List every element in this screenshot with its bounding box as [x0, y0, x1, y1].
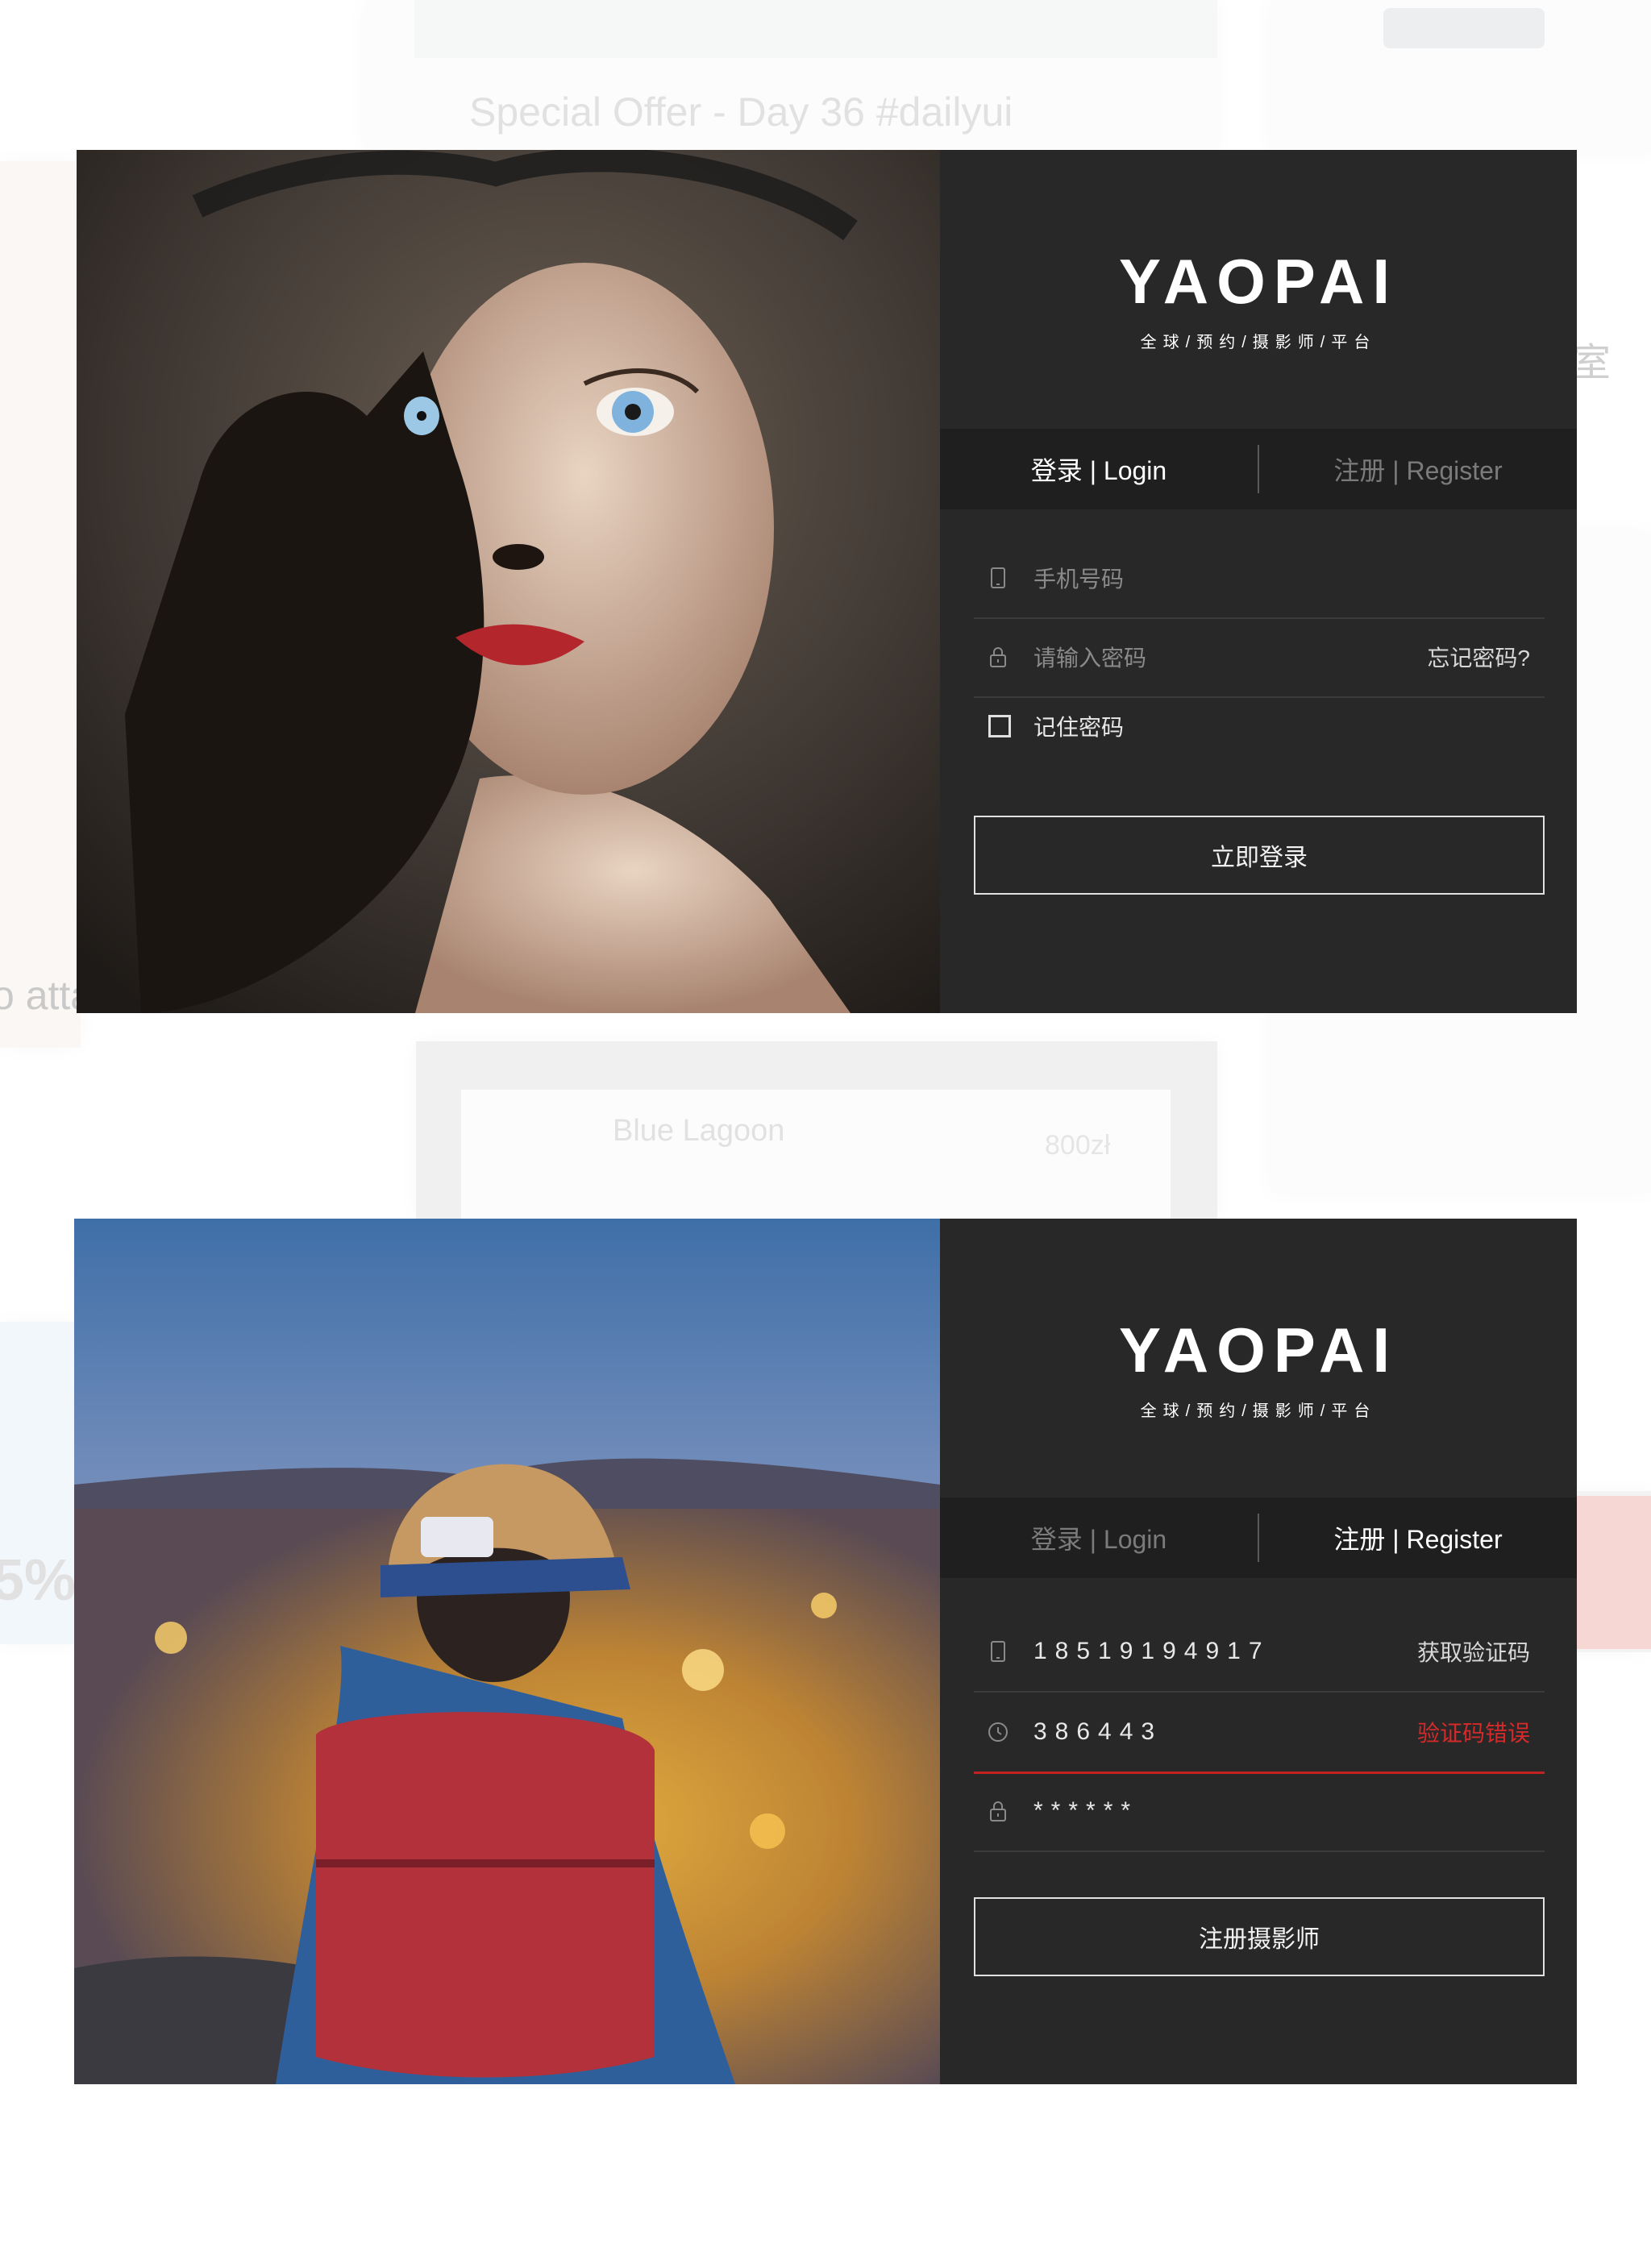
lagoon-price: 800zł [1045, 1130, 1111, 1161]
background-shot-special-offer: Special Offer - Day 36 #dailyui [364, 0, 1217, 153]
brand-block: YAOPAI 全球/预约/摄影师/平台 [940, 250, 1577, 352]
password-placeholder: 请输入密码 [1033, 646, 1147, 671]
login-button[interactable]: 立即登录 [974, 816, 1545, 895]
register-photographer-button[interactable]: 注册摄影师 [974, 1897, 1545, 1976]
lagoon-title: Blue Lagoon [613, 1114, 785, 1148]
code-error-message: 验证码错误 [1416, 1721, 1530, 1746]
phone-placeholder: 手机号码 [1033, 567, 1125, 592]
backpacker-photo-graphic [74, 1219, 940, 2084]
background-chinese-fragment: 室 [1572, 342, 1611, 384]
background-percent: 5% [0, 1548, 77, 1613]
background-shot-left-lower: 5% [0, 1322, 81, 1644]
brand-logo: YAOPAI [1118, 1315, 1399, 1385]
phone-field[interactable]: 手机号码 [974, 538, 1545, 619]
tab-login[interactable]: 登录 | Login [940, 1519, 1258, 1556]
brand-block: YAOPAI 全球/预约/摄影师/平台 [940, 1319, 1577, 1421]
background-accent-strip [1577, 1496, 1651, 1649]
brand-tagline: 全球/预约/摄影师/平台 [1140, 1402, 1377, 1420]
code-value: 386443 [1033, 1718, 1163, 1745]
verification-code-field[interactable]: 386443 验证码错误 [974, 1693, 1545, 1774]
remember-password[interactable]: 记住密码 [974, 710, 1124, 742]
forgot-password-link[interactable]: 忘记密码? [1427, 641, 1530, 673]
brand-tagline: 全球/预约/摄影师/平台 [1140, 334, 1377, 351]
remember-label: 记住密码 [1033, 715, 1125, 740]
remember-checkbox[interactable] [988, 715, 1011, 737]
tab-login[interactable]: 登录 | Login [940, 451, 1258, 488]
background-shot-left [0, 161, 81, 1048]
phone-value: 18519194917 [1033, 1638, 1270, 1664]
login-form-panel: YAOPAI 全球/预约/摄影师/平台 登录 | Login 注册 | Regi… [940, 150, 1577, 1013]
password-value: ****** [1033, 1797, 1139, 1824]
tab-register[interactable]: 注册 | Register [1259, 451, 1577, 488]
background-shot-title: Special Offer - Day 36 #dailyui [469, 89, 1013, 135]
register-form-panel: YAOPAI 全球/预约/摄影师/平台 登录 | Login 注册 | Regi… [940, 1219, 1577, 2084]
auth-tabs: 登录 | Login 注册 | Register [940, 429, 1577, 509]
clock-icon [988, 1722, 1008, 1742]
background-shot-right-top [1270, 0, 1651, 153]
password-field[interactable]: ****** [974, 1772, 1545, 1852]
get-code-button[interactable]: 获取验证码 [1417, 1635, 1530, 1668]
password-field[interactable]: 请输入密码 忘记密码? [974, 617, 1545, 698]
brand-logo: YAOPAI [1118, 246, 1399, 317]
background-shot-lagoon: Blue Lagoon 800zł [416, 1041, 1217, 1219]
lock-icon [990, 1801, 1006, 1821]
portrait-photo-graphic [77, 150, 940, 1013]
portrait-photo [77, 150, 940, 1013]
phone-field[interactable]: 18519194917 获取验证码 [974, 1612, 1545, 1693]
phone-icon [991, 1641, 1005, 1662]
auth-tabs: 登录 | Login 注册 | Register [940, 1497, 1577, 1578]
backpacker-photo [74, 1219, 940, 2084]
phone-icon [991, 567, 1005, 588]
lock-icon [990, 647, 1006, 667]
tab-register[interactable]: 注册 | Register [1259, 1519, 1577, 1556]
